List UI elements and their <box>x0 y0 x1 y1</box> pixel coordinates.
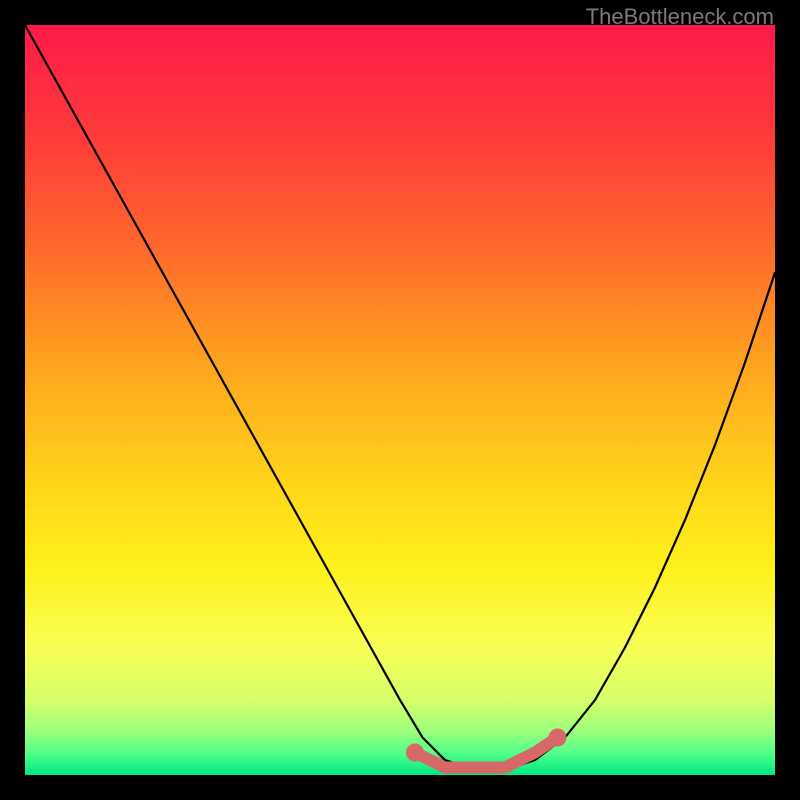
plot-area <box>25 25 775 775</box>
chart-frame: TheBottleneck.com <box>0 0 800 800</box>
bottom-markers <box>406 729 567 768</box>
bottleneck-curve <box>25 25 775 775</box>
watermark-text: TheBottleneck.com <box>586 4 774 30</box>
curve-line <box>25 25 775 768</box>
